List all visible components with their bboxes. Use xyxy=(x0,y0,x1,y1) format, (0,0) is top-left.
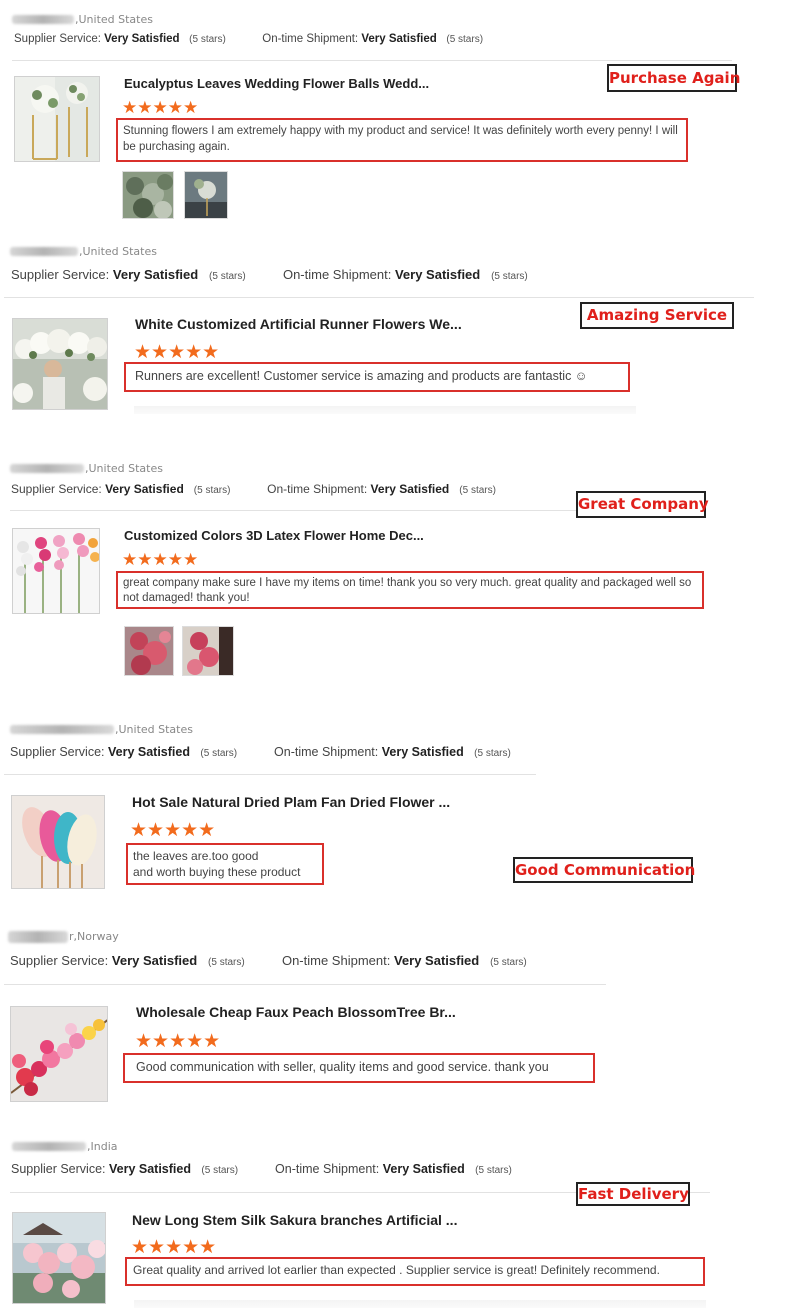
foliage-photo xyxy=(123,172,173,218)
star-rating: ★★★★★ xyxy=(131,1236,217,1258)
reviewer-country: ,United States xyxy=(12,13,153,26)
reviewer-country: r,Norway xyxy=(8,930,119,943)
review-tag: Purchase Again xyxy=(607,64,740,92)
rating-summary: Supplier Service: Very Satisfied (5 star… xyxy=(14,33,484,45)
review-comment: Stunning flowers I am extremely happy wi… xyxy=(116,118,688,162)
rating-summary: Supplier Service: Very Satisfied (5 star… xyxy=(11,482,496,496)
latex-flower-image xyxy=(13,529,99,613)
runner-flowers-image xyxy=(13,319,107,409)
star-rating: ★★★★★ xyxy=(130,819,216,841)
shipment-stars: (5 stars) xyxy=(490,957,527,968)
supplier-service-stars: (5 stars) xyxy=(208,957,245,968)
rating-summary: Supplier Service: Very Satisfied (5 star… xyxy=(10,953,527,968)
divider xyxy=(134,1300,706,1308)
review-comment: Runners are excellent! Customer service … xyxy=(124,362,630,392)
shipment-stars: (5 stars) xyxy=(475,1165,512,1176)
pink-flower-photo xyxy=(183,627,233,675)
blurred-reviewer-name xyxy=(12,15,74,24)
shipment-value: Very Satisfied xyxy=(361,33,437,45)
rating-summary: Supplier Service: Very Satisfied (5 star… xyxy=(11,1162,512,1176)
divider xyxy=(4,984,606,985)
blurred-reviewer-name xyxy=(8,930,68,943)
reviewer-country: ,United States xyxy=(10,245,157,258)
review-card-5: r,Norway Supplier Service: Very Satisfie… xyxy=(0,924,800,1114)
comment-line: the leaves are.too good xyxy=(133,849,259,863)
product-thumbnail[interactable] xyxy=(12,528,100,614)
blurred-reviewer-name xyxy=(10,725,114,734)
shipment-stars: (5 stars) xyxy=(474,748,511,759)
product-title[interactable]: Hot Sale Natural Dried Plam Fan Dried Fl… xyxy=(132,794,450,810)
shipment-stars: (5 stars) xyxy=(446,34,484,45)
blurred-reviewer-name xyxy=(10,464,84,473)
shipment-stars: (5 stars) xyxy=(491,271,528,282)
review-card-3: ,United States Supplier Service: Very Sa… xyxy=(0,458,800,698)
review-tag: Great Company xyxy=(576,491,709,518)
review-comment: great company make sure I have my items … xyxy=(116,571,704,609)
dried-palm-fan-image xyxy=(12,796,104,888)
review-tag: Fast Delivery xyxy=(576,1182,690,1206)
rating-summary: Supplier Service: Very Satisfied (5 star… xyxy=(11,267,528,282)
review-card-4: ,United States Supplier Service: Very Sa… xyxy=(0,718,800,898)
review-card-1: ,United States Supplier Service: Very Sa… xyxy=(0,0,800,230)
review-comment: Good communication with seller, quality … xyxy=(123,1053,595,1083)
review-comment: Great quality and arrived lot earlier th… xyxy=(125,1257,705,1286)
shipment-value: Very Satisfied xyxy=(381,745,464,759)
reviewer-country: ,United States xyxy=(10,723,193,736)
product-thumbnail[interactable] xyxy=(10,1006,108,1102)
supplier-service-value: Very Satisfied xyxy=(104,33,180,45)
supplier-service-value: Very Satisfied xyxy=(108,1162,191,1176)
divider xyxy=(12,60,732,61)
product-title[interactable]: Eucalyptus Leaves Wedding Flower Balls W… xyxy=(124,76,429,91)
sakura-branch-image xyxy=(13,1213,105,1303)
supplier-service-value: Very Satisfied xyxy=(105,482,184,496)
supplier-service-stars: (5 stars) xyxy=(193,485,231,496)
rating-summary: Supplier Service: Very Satisfied (5 star… xyxy=(10,745,511,759)
supplier-service-stars: (5 stars) xyxy=(209,271,246,282)
review-photo[interactable] xyxy=(122,171,174,219)
pink-flower-photo xyxy=(125,627,173,675)
review-tag: Good Communication xyxy=(513,857,695,883)
review-photo[interactable] xyxy=(124,626,174,676)
shipment-value: Very Satisfied xyxy=(370,482,450,496)
product-thumbnail[interactable] xyxy=(14,76,100,162)
comment-line: and worth buying these product xyxy=(133,865,301,879)
blurred-reviewer-name xyxy=(10,247,78,256)
venue-photo xyxy=(185,172,227,218)
shipment-value: Very Satisfied xyxy=(394,267,481,282)
divider xyxy=(4,297,754,298)
star-rating: ★★★★★ xyxy=(122,550,199,570)
peach-blossom-image xyxy=(11,1007,107,1101)
review-card-2: ,United States Supplier Service: Very Sa… xyxy=(0,240,800,430)
blurred-reviewer-name xyxy=(12,1142,86,1151)
star-rating: ★★★★★ xyxy=(122,98,199,118)
reviewer-country: ,India xyxy=(12,1140,118,1153)
supplier-service-value: Very Satisfied xyxy=(112,267,199,282)
flower-balls-image xyxy=(15,77,99,161)
shipment-value: Very Satisfied xyxy=(393,953,480,968)
star-rating: ★★★★★ xyxy=(134,341,220,363)
supplier-service-value: Very Satisfied xyxy=(111,953,198,968)
review-photo[interactable] xyxy=(184,171,228,219)
product-thumbnail[interactable] xyxy=(11,795,105,889)
divider xyxy=(4,774,536,775)
shipment-stars: (5 stars) xyxy=(459,485,496,496)
supplier-service-value: Very Satisfied xyxy=(107,745,190,759)
star-rating: ★★★★★ xyxy=(135,1030,221,1052)
shipment-value: Very Satisfied xyxy=(382,1162,465,1176)
product-thumbnail[interactable] xyxy=(12,318,108,410)
product-title[interactable]: New Long Stem Silk Sakura branches Artif… xyxy=(132,1212,457,1228)
product-thumbnail[interactable] xyxy=(12,1212,106,1304)
review-comment: the leaves are.too good and worth buying… xyxy=(126,843,324,885)
product-title[interactable]: Customized Colors 3D Latex Flower Home D… xyxy=(124,528,424,543)
review-card-6: ,India Supplier Service: Very Satisfied … xyxy=(0,1136,800,1310)
product-title[interactable]: White Customized Artificial Runner Flowe… xyxy=(135,316,462,332)
reviewer-country: ,United States xyxy=(10,462,163,475)
supplier-service-stars: (5 stars) xyxy=(201,1165,239,1176)
review-photo[interactable] xyxy=(182,626,234,676)
review-tag: Amazing Service xyxy=(580,302,734,329)
supplier-service-stars: (5 stars) xyxy=(200,748,238,759)
product-title[interactable]: Wholesale Cheap Faux Peach BlossomTree B… xyxy=(136,1004,456,1020)
supplier-service-stars: (5 stars) xyxy=(189,34,226,45)
divider xyxy=(134,406,636,414)
